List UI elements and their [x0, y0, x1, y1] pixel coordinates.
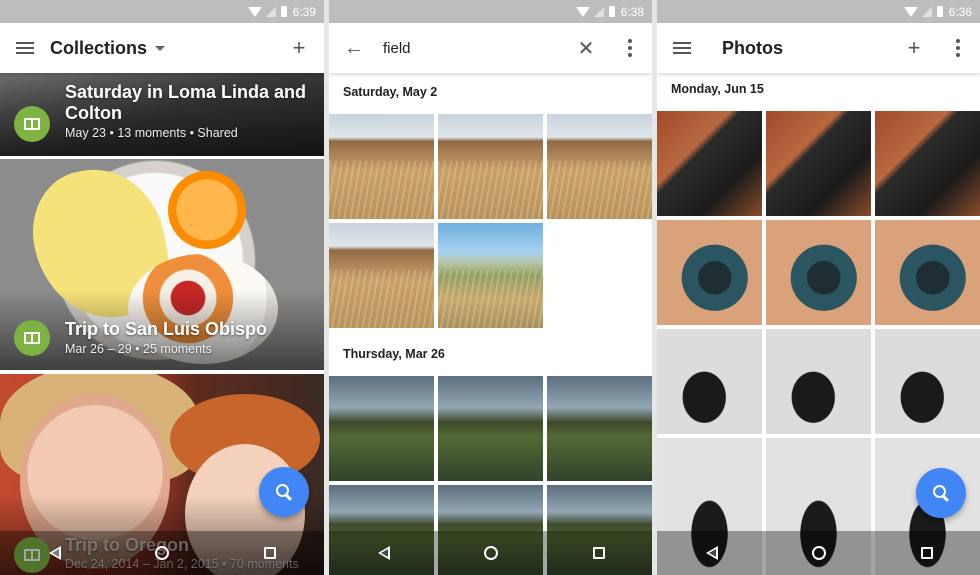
section-header: Thursday, Mar 26 [343, 347, 445, 361]
photo-thumbnail[interactable] [438, 376, 543, 481]
nav-back-icon[interactable] [48, 546, 61, 560]
photo-thumbnail[interactable] [547, 376, 652, 481]
nav-recents-icon[interactable] [920, 547, 933, 559]
back-arrow-icon: ← [344, 36, 364, 59]
more-vert-icon [956, 39, 960, 57]
nav-recents-icon[interactable] [592, 547, 605, 559]
photos-screen: 6:36 Photos + Monday, Jun 15 [657, 0, 980, 575]
search-fab[interactable] [259, 467, 309, 517]
back-button[interactable]: ← [329, 23, 379, 73]
nav-home-icon[interactable] [483, 546, 498, 560]
status-bar: 6:38 [329, 0, 652, 23]
photo-thumbnail[interactable] [329, 223, 434, 328]
menu-icon [16, 42, 34, 54]
add-button[interactable]: + [892, 23, 936, 73]
more-button[interactable] [608, 23, 652, 73]
menu-button[interactable] [0, 23, 50, 73]
photo-thumbnail[interactable] [766, 329, 871, 434]
wifi-icon [247, 6, 262, 17]
clear-button[interactable]: ✕ [564, 23, 608, 73]
status-bar: 6:39 [0, 0, 324, 23]
search-icon [933, 485, 946, 498]
section-header: Monday, Jun 15 [671, 82, 764, 96]
wifi-icon [903, 6, 918, 17]
nav-back-icon[interactable] [377, 546, 390, 560]
signal-icon [594, 6, 604, 17]
photo-thumbnail[interactable] [766, 220, 871, 325]
photo-thumbnail[interactable] [766, 111, 871, 216]
search-input[interactable]: field [379, 40, 564, 57]
add-icon: + [292, 35, 306, 60]
photo-thumbnail[interactable] [657, 329, 762, 434]
nav-back-icon[interactable] [705, 546, 718, 560]
battery-icon [936, 6, 943, 17]
photo-thumbnail[interactable] [657, 220, 762, 325]
menu-icon [673, 42, 691, 54]
collections-dropdown[interactable]: Collections [50, 38, 274, 59]
card-title: Saturday in Loma Linda and Colton [65, 82, 307, 123]
status-time: 6:38 [620, 4, 644, 19]
photo-thumbnail[interactable] [438, 223, 543, 328]
more-button[interactable] [936, 23, 980, 73]
battery-icon [608, 6, 615, 17]
nav-bar [329, 531, 652, 575]
search-icon [276, 484, 289, 497]
wifi-icon [575, 6, 590, 17]
nav-bar [657, 531, 980, 575]
status-bar: 6:36 [657, 0, 980, 23]
nav-home-icon[interactable] [154, 546, 169, 560]
app-bar: Photos + [657, 23, 980, 73]
photo-thumbnail[interactable] [547, 114, 652, 219]
signal-icon [922, 6, 932, 17]
collections-screen: 6:39 Collections + Saturday in Loma Lind… [0, 0, 324, 575]
page-title: Photos [722, 37, 783, 58]
search-screen: 6:38 ← field ✕ Saturday, May 2 Thursday,… [329, 0, 652, 575]
album-icon [14, 320, 50, 356]
page-title: Collections [50, 37, 148, 58]
battery-icon [280, 6, 287, 17]
nav-recents-icon[interactable] [264, 547, 277, 559]
collection-card[interactable]: Trip to San Luis Obispo Mar 26 – 29 • 25… [0, 159, 324, 370]
photo-thumbnail[interactable] [329, 376, 434, 481]
photo-thumbnail[interactable] [875, 111, 980, 216]
photo-thumbnail[interactable] [875, 329, 980, 434]
status-time: 6:36 [948, 4, 972, 19]
add-button[interactable]: + [274, 23, 324, 73]
caret-down-icon [155, 45, 166, 51]
photo-content [168, 171, 246, 249]
collection-card[interactable]: Saturday in Loma Linda and Colton May 23… [0, 73, 324, 156]
add-icon: + [907, 35, 921, 60]
section-header: Saturday, May 2 [343, 85, 438, 99]
photo-thumbnail[interactable] [329, 114, 434, 219]
card-subtitle: Mar 26 – 29 • 25 moments [65, 342, 212, 356]
status-time: 6:39 [292, 4, 316, 19]
menu-button[interactable] [657, 23, 707, 73]
card-subtitle: May 23 • 13 moments • Shared [65, 126, 238, 140]
photo-thumbnail[interactable] [875, 220, 980, 325]
clear-icon: ✕ [577, 37, 595, 60]
photo-thumbnail[interactable] [438, 114, 543, 219]
signal-icon [266, 6, 276, 17]
app-bar: Collections + [0, 23, 324, 73]
more-vert-icon [628, 39, 632, 57]
album-icon [14, 106, 50, 142]
photo-thumbnail[interactable] [657, 111, 762, 216]
nav-home-icon[interactable] [811, 546, 826, 560]
search-fab[interactable] [916, 468, 966, 518]
search-bar: ← field ✕ [329, 23, 652, 73]
nav-bar [0, 531, 324, 575]
card-title: Trip to San Luis Obispo [65, 319, 268, 339]
